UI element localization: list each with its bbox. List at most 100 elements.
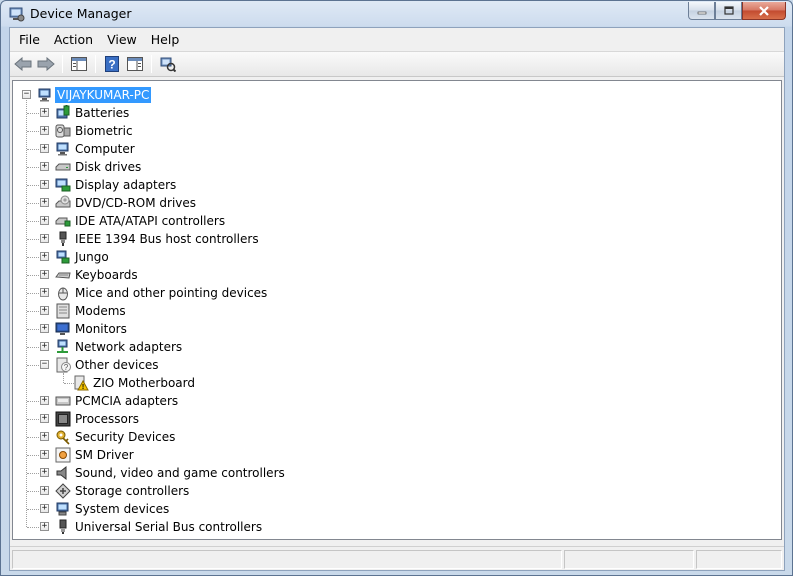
device-manager-window: Device Manager File Action View Help ? −… [0, 0, 793, 576]
expand-toggle[interactable]: + [40, 144, 49, 153]
jungo-icon [56, 250, 70, 264]
warning-device-icon: ! [74, 375, 89, 391]
expand-toggle[interactable]: + [40, 108, 49, 117]
tree-connector-line [27, 527, 41, 528]
toolbar-separator [62, 55, 63, 73]
usb-icon [59, 519, 67, 534]
tree-item-label[interactable]: SM Driver [73, 447, 136, 463]
expand-toggle[interactable]: + [40, 486, 49, 495]
expand-toggle[interactable]: + [40, 324, 49, 333]
window-title: Device Manager [30, 6, 132, 21]
menu-file[interactable]: File [12, 30, 47, 49]
help-button[interactable]: ? [101, 54, 123, 74]
minimize-icon [697, 11, 706, 14]
mouse-icon [58, 287, 68, 301]
tree-item-label[interactable]: IDE ATA/ATAPI controllers [73, 213, 227, 229]
tree-item-label[interactable]: PCMCIA adapters [73, 393, 180, 409]
help-icon: ? [105, 56, 119, 72]
tree-connector-line [27, 221, 41, 222]
tree-item-label[interactable]: Keyboards [73, 267, 140, 283]
tree-connector-line [27, 365, 41, 366]
action-pane-button[interactable] [124, 54, 146, 74]
tree-connector-line [27, 113, 41, 114]
expand-toggle[interactable]: + [40, 306, 49, 315]
client-area: File Action View Help ? − VIJAYKUMAR-PC … [9, 27, 785, 571]
ide-controller-icon [55, 217, 71, 227]
tree-item-label[interactable]: Mice and other pointing devices [73, 285, 269, 301]
status-bar [10, 546, 784, 570]
tree-item-label[interactable]: Monitors [73, 321, 129, 337]
close-button[interactable] [742, 2, 786, 20]
expand-toggle[interactable]: + [40, 468, 49, 477]
expand-toggle[interactable]: + [40, 162, 49, 171]
expand-toggle[interactable]: + [40, 450, 49, 459]
tree-item-label[interactable]: Storage controllers [73, 483, 191, 499]
expand-toggle[interactable]: + [40, 396, 49, 405]
tree-item-label[interactable]: System devices [73, 501, 171, 517]
expand-toggle[interactable]: + [40, 504, 49, 513]
tree-item-label[interactable]: Biometric [73, 123, 135, 139]
back-button[interactable] [12, 54, 34, 74]
battery-icon [56, 105, 70, 119]
scan-hardware-button[interactable] [157, 54, 179, 74]
expand-toggle[interactable]: + [40, 522, 49, 531]
action-pane-icon [127, 57, 143, 71]
device-tree[interactable]: − VIJAYKUMAR-PC + Batteries + Biometric + Compu… [12, 80, 782, 540]
minimize-button[interactable] [688, 2, 715, 20]
expand-toggle[interactable]: + [40, 126, 49, 135]
arrow-left-icon [14, 57, 32, 71]
security-key-icon [56, 430, 70, 445]
tree-item-label[interactable]: DVD/CD-ROM drives [73, 195, 198, 211]
expand-toggle[interactable]: + [40, 342, 49, 351]
disk-drive-icon [55, 163, 71, 171]
tree-item-label[interactable]: Display adapters [73, 177, 178, 193]
tree-child-label[interactable]: ZIO Motherboard [91, 375, 197, 391]
menu-view[interactable]: View [100, 30, 144, 49]
menu-help[interactable]: Help [144, 30, 187, 49]
tree-item-label[interactable]: Security Devices [73, 429, 177, 445]
expand-toggle[interactable]: + [40, 180, 49, 189]
tree-connector-line [63, 373, 64, 383]
caption-buttons [688, 2, 786, 20]
expand-toggle[interactable]: + [40, 432, 49, 441]
menu-action[interactable]: Action [47, 30, 100, 49]
tree-connector-line [27, 437, 41, 438]
tree-item-label[interactable]: IEEE 1394 Bus host controllers [73, 231, 261, 247]
expand-toggle[interactable]: + [40, 414, 49, 423]
tree-connector-line [27, 167, 41, 168]
collapse-toggle[interactable]: − [40, 360, 49, 369]
expand-toggle[interactable]: + [40, 198, 49, 207]
biometric-icon [55, 124, 71, 138]
expand-toggle[interactable]: + [40, 270, 49, 279]
tree-item-label[interactable]: Jungo [73, 249, 111, 265]
tree-item-label[interactable]: Batteries [73, 105, 131, 121]
tree-item-label[interactable]: Sound, video and game controllers [73, 465, 287, 481]
menu-bar: File Action View Help [10, 28, 784, 50]
maximize-button[interactable] [715, 2, 742, 20]
tree-root-label[interactable]: VIJAYKUMAR-PC [55, 87, 152, 103]
title-bar[interactable]: Device Manager [1, 1, 792, 27]
computer-icon [56, 142, 69, 156]
expand-toggle[interactable]: + [40, 252, 49, 261]
tree-item-label[interactable]: Processors [73, 411, 141, 427]
tree-item-label[interactable]: Computer [73, 141, 137, 157]
tree-connector-line [27, 203, 41, 204]
tree-item-label[interactable]: Network adapters [73, 339, 184, 355]
tree-item-label[interactable]: Universal Serial Bus controllers [73, 519, 264, 535]
expand-toggle[interactable]: + [40, 234, 49, 243]
collapse-root-toggle[interactable]: − [22, 90, 31, 99]
ieee1394-icon [59, 231, 67, 246]
storage-controller-icon [55, 483, 71, 499]
tree-item-label[interactable]: Modems [73, 303, 128, 319]
tree-item-label[interactable]: Disk drives [73, 159, 143, 175]
svg-text:?: ? [64, 363, 69, 372]
device-manager-icon [9, 7, 25, 22]
maximize-icon [723, 6, 734, 15]
forward-button[interactable] [35, 54, 57, 74]
show-hide-console-tree-button[interactable] [68, 54, 90, 74]
network-adapter-icon [57, 339, 68, 353]
expand-toggle[interactable]: + [40, 288, 49, 297]
tree-item-label[interactable]: Other devices [73, 357, 161, 373]
expand-toggle[interactable]: + [40, 216, 49, 225]
status-pane-tertiary [696, 550, 782, 569]
